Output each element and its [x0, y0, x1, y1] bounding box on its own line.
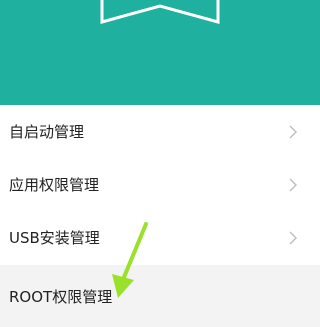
header-banner — [0, 0, 320, 105]
pointer-arrow-icon — [112, 222, 148, 298]
menu-item-label: ROOT权限管理 — [9, 288, 113, 306]
menu-item-label: USB安装管理 — [9, 229, 100, 247]
chevron-right-icon — [289, 125, 297, 139]
chevron-right-icon — [289, 178, 297, 192]
menu-item-usb-install[interactable]: USB安装管理 — [0, 211, 320, 264]
menu-item-auto-start[interactable]: 自启动管理 — [0, 105, 320, 158]
settings-menu-list: 自启动管理 应用权限管理 USB安装管理 ROOT权限管理 — [0, 105, 320, 327]
ribbon-icon — [100, 0, 220, 24]
menu-item-label: 自启动管理 — [9, 123, 85, 141]
menu-item-app-permissions[interactable]: 应用权限管理 — [0, 158, 320, 211]
menu-item-label: 应用权限管理 — [9, 176, 100, 194]
chevron-right-icon — [289, 231, 297, 245]
menu-item-root-permissions[interactable]: ROOT权限管理 — [0, 265, 320, 327]
